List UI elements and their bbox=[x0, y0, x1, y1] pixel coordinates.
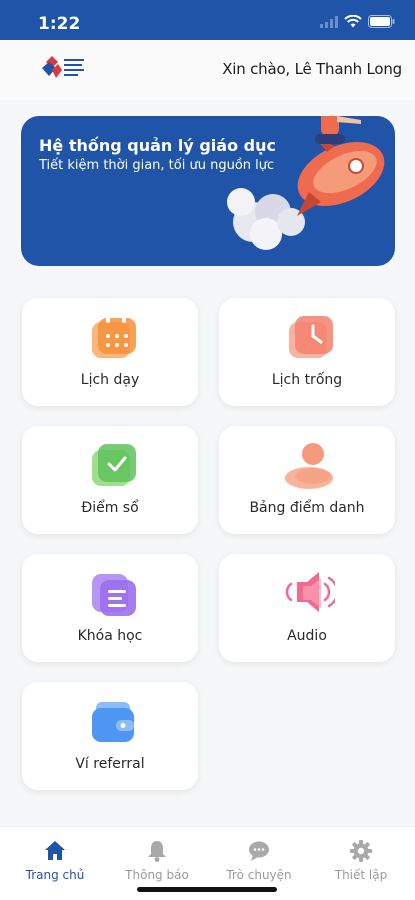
nav-item-thiet-lap[interactable]: Thiết lập bbox=[309, 839, 413, 882]
menu-card-label: Lịch dạy bbox=[80, 372, 140, 388]
clock-icon bbox=[289, 316, 333, 358]
menu-card-label: Điểm sổ bbox=[81, 500, 139, 516]
wallet-icon bbox=[92, 702, 134, 742]
nav-label: Trò chuyện bbox=[226, 868, 292, 882]
greeting-text: Xin chào, Lê Thanh Long bbox=[222, 60, 402, 78]
hero-banner: Hệ thống quản lý giáo dục Tiết kiệm thời… bbox=[21, 116, 395, 266]
nav-label: Thông báo bbox=[125, 868, 189, 882]
menu-card-diem-so[interactable]: Điểm sổ bbox=[22, 426, 198, 534]
status-time: 1:22 bbox=[38, 14, 81, 34]
menu-card-lich-day[interactable]: Lịch dạy bbox=[22, 298, 198, 406]
menu-card-label: Bảng điểm danh bbox=[249, 500, 365, 516]
attendance-icon bbox=[285, 443, 333, 489]
wifi-icon bbox=[344, 15, 362, 28]
status-bar: 1:22 bbox=[0, 0, 415, 40]
menu-card-lich-trong[interactable]: Lịch trống bbox=[219, 298, 395, 406]
rocket-illustration bbox=[227, 116, 385, 250]
home-indicator bbox=[137, 887, 277, 892]
menu-card-vi-referral[interactable]: Ví referral bbox=[22, 682, 198, 790]
nav-item-thong-bao[interactable]: Thông báo bbox=[105, 839, 209, 882]
menu-card-label: Khóa học bbox=[77, 628, 143, 644]
menu-card-label: Ví referral bbox=[75, 756, 145, 772]
school-logo bbox=[42, 56, 84, 78]
menu-card-khoa-hoc[interactable]: Khóa học bbox=[22, 554, 198, 662]
nav-label: Thiết lập bbox=[334, 868, 388, 882]
menu-card-label: Lịch trống bbox=[271, 372, 343, 388]
course-icon bbox=[92, 574, 136, 616]
gear-icon bbox=[350, 840, 372, 862]
menu-card-label: Audio bbox=[287, 628, 327, 644]
checkmark-icon bbox=[92, 444, 136, 486]
cellular-signal-icon bbox=[320, 15, 338, 28]
chat-icon bbox=[249, 841, 269, 861]
nav-item-trang-chu[interactable]: Trang chủ bbox=[3, 839, 107, 882]
menu-card-bang-diem-danh[interactable]: Bảng điểm danh bbox=[219, 426, 395, 534]
speaker-icon bbox=[285, 572, 335, 612]
nav-item-tro-chuyen[interactable]: Trò chuyện bbox=[207, 839, 311, 882]
nav-label: Trang chủ bbox=[25, 868, 85, 882]
calendar-icon bbox=[92, 314, 136, 358]
menu-card-audio[interactable]: Audio bbox=[219, 554, 395, 662]
battery-icon bbox=[368, 15, 395, 28]
bell-icon bbox=[148, 841, 166, 862]
app-header: Xin chào, Lê Thanh Long bbox=[0, 40, 415, 100]
home-icon bbox=[45, 841, 65, 860]
